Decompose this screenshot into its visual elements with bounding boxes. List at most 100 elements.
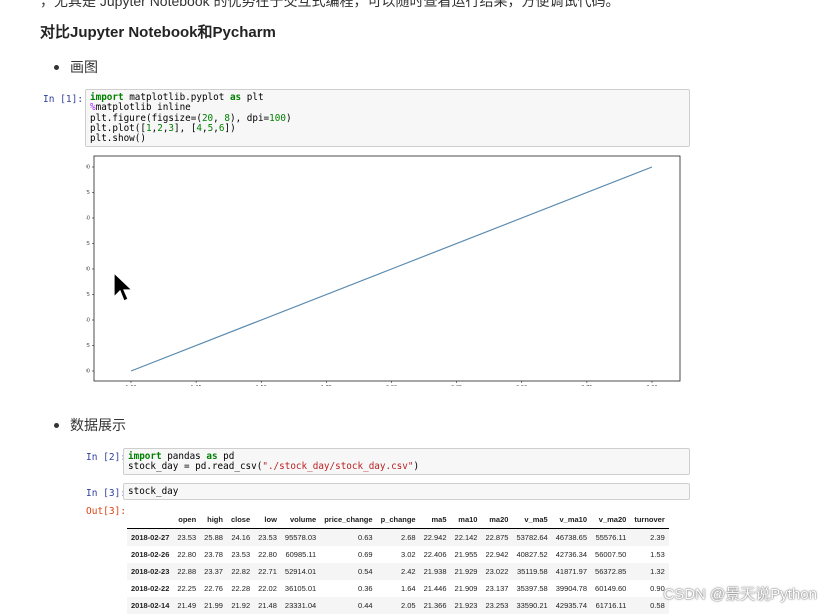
column-header: turnover [630,511,669,529]
column-header: v_ma10 [551,511,592,529]
code-token: 1 [145,122,152,134]
bullet-dot [54,422,59,428]
x-tick-label: 2.00 [386,385,397,386]
table-cell: 22.82 [226,563,255,580]
row-index: 2018-02-23 [127,563,174,580]
table-cell: 22.76 [204,584,223,593]
row-index: 2018-02-14 [127,597,174,614]
table-cell: 21.923 [450,597,482,614]
table-cell: 1.32 [630,563,669,580]
truncated-paragraph: ，尤其是 Jupyter Notebook 的优势在于交互式编程，可以随时查看运… [40,0,620,9]
column-header: ma5 [419,511,451,529]
x-tick-label: 1.50 [256,385,267,386]
column-header: v_ma5 [512,511,552,529]
table-cell: 21.366 [419,597,451,614]
table-cell: 21.92 [226,597,255,614]
table-cell: 2.68 [376,528,420,546]
table-cell: 22.71 [254,563,281,580]
table-cell: 52914.01 [280,563,321,580]
cell-prompt-out3: Out[3]: [86,506,127,517]
table-cell: 22.02 [258,584,277,593]
column-header: open [173,511,201,529]
x-tick-label: 1.00 [125,385,136,386]
code-token: import [90,92,124,103]
table-cell: 40827.52 [516,550,548,559]
bullet-data-display: 数据展示 [54,415,126,435]
y-tick-label: 5.00 [86,267,90,273]
x-tick-label: 1.75 [321,385,332,386]
row-index: 2018-02-22 [131,584,170,593]
table-cell: 22.80 [258,550,277,559]
code-cell-1[interactable]: import matplotlib.pyplot as plt %matplot… [85,89,690,147]
watermark: CSDN @景天说Python [663,586,817,603]
y-tick-label: 4.25 [86,343,90,349]
table-cell: 2.42 [376,563,420,580]
row-index: 2018-02-27 [127,528,174,546]
table-cell: 60149.60 [595,584,627,593]
y-tick-label: 6.00 [86,165,90,171]
table-cell: 21.955 [454,550,478,559]
y-tick-label: 5.25 [86,241,90,247]
table-cell: 0.36 [357,584,373,593]
table-cell: 61716.11 [591,597,631,614]
table-cell: 3.02 [400,550,416,559]
bullet-label: 画图 [70,59,98,75]
table-cell: 1.64 [400,584,416,593]
table-cell: 33590.21 [512,597,552,614]
table-row: 2018-02-23 22.88 23.37 22.82 22.71 52914.01 0.… [127,563,669,580]
cell-prompt-in3: In [3]: [86,488,127,499]
column-header: volume [280,511,321,529]
table-cell: 22.875 [481,528,513,546]
table-cell: 21.99 [200,597,227,614]
table-cell: 0.69 [357,550,373,559]
table-cell: 22.406 [423,550,447,559]
table-cell: 56372.85 [591,563,631,580]
x-tick-label: 1.25 [191,385,202,386]
table-cell: 21.929 [450,563,482,580]
table-cell: 22.142 [450,528,482,546]
table-cell: 23.253 [481,597,513,614]
code-token: import [128,451,162,462]
code-token: "./stock_day/stock_day.csv" [262,461,414,473]
table-cell: 56007.50 [595,550,627,559]
table-cell: 23.53 [173,528,201,546]
table-cell: 23331.04 [280,597,321,614]
table-cell: 22.25 [177,584,197,593]
table-row: 2018-02-22 22.25 22.76 22.28 22.02 36105.01 0.… [127,580,669,597]
cell-prompt-in2: In [2]: [86,452,127,463]
code-cell-2[interactable]: import pandas as pd stock_day = pd.read_… [123,448,690,475]
table-cell: 25.88 [200,528,227,546]
table-cell: 35397.58 [516,584,548,593]
code-token: 100 [269,112,286,124]
table-cell: 39904.78 [555,584,588,593]
code-token: 6 [218,122,225,134]
y-tick-label: 5.50 [86,216,90,222]
mouse-cursor-icon [113,272,133,302]
table-cell: 21.446 [423,584,447,593]
table-cell: 22.80 [177,550,197,559]
row-index: 2018-02-26 [131,550,170,559]
bullet-label: 数据展示 [70,417,126,433]
code-token: % [90,102,96,114]
table-row: 2018-02-26 22.80 23.78 23.53 22.80 60985.11 0.… [127,546,669,563]
bullet-plotting: 画图 [54,57,98,77]
table-cell: 35119.58 [512,563,552,580]
table-cell: 22.942 [485,550,509,559]
table-cell: 55576.11 [591,528,631,546]
table-cell: 21.49 [173,597,201,614]
y-tick-label: 4.50 [86,318,90,324]
table-cell: 36105.01 [284,584,317,593]
table-cell: 23.78 [204,550,223,559]
code-cell-3[interactable]: stock_day [123,483,690,500]
table-cell: 42935.74 [551,597,592,614]
code-token: as [229,92,242,103]
table-cell: 23.137 [485,584,509,593]
code-token: as [206,451,218,462]
x-tick-label: 3.00 [646,385,657,386]
column-header: high [200,511,227,529]
table-header-row: open high close low volume price_change p_chan… [127,511,669,529]
index-header [127,511,174,529]
column-header: low [254,511,281,529]
x-tick-label: 2.75 [581,385,592,386]
y-tick-label: 5.75 [86,190,90,196]
